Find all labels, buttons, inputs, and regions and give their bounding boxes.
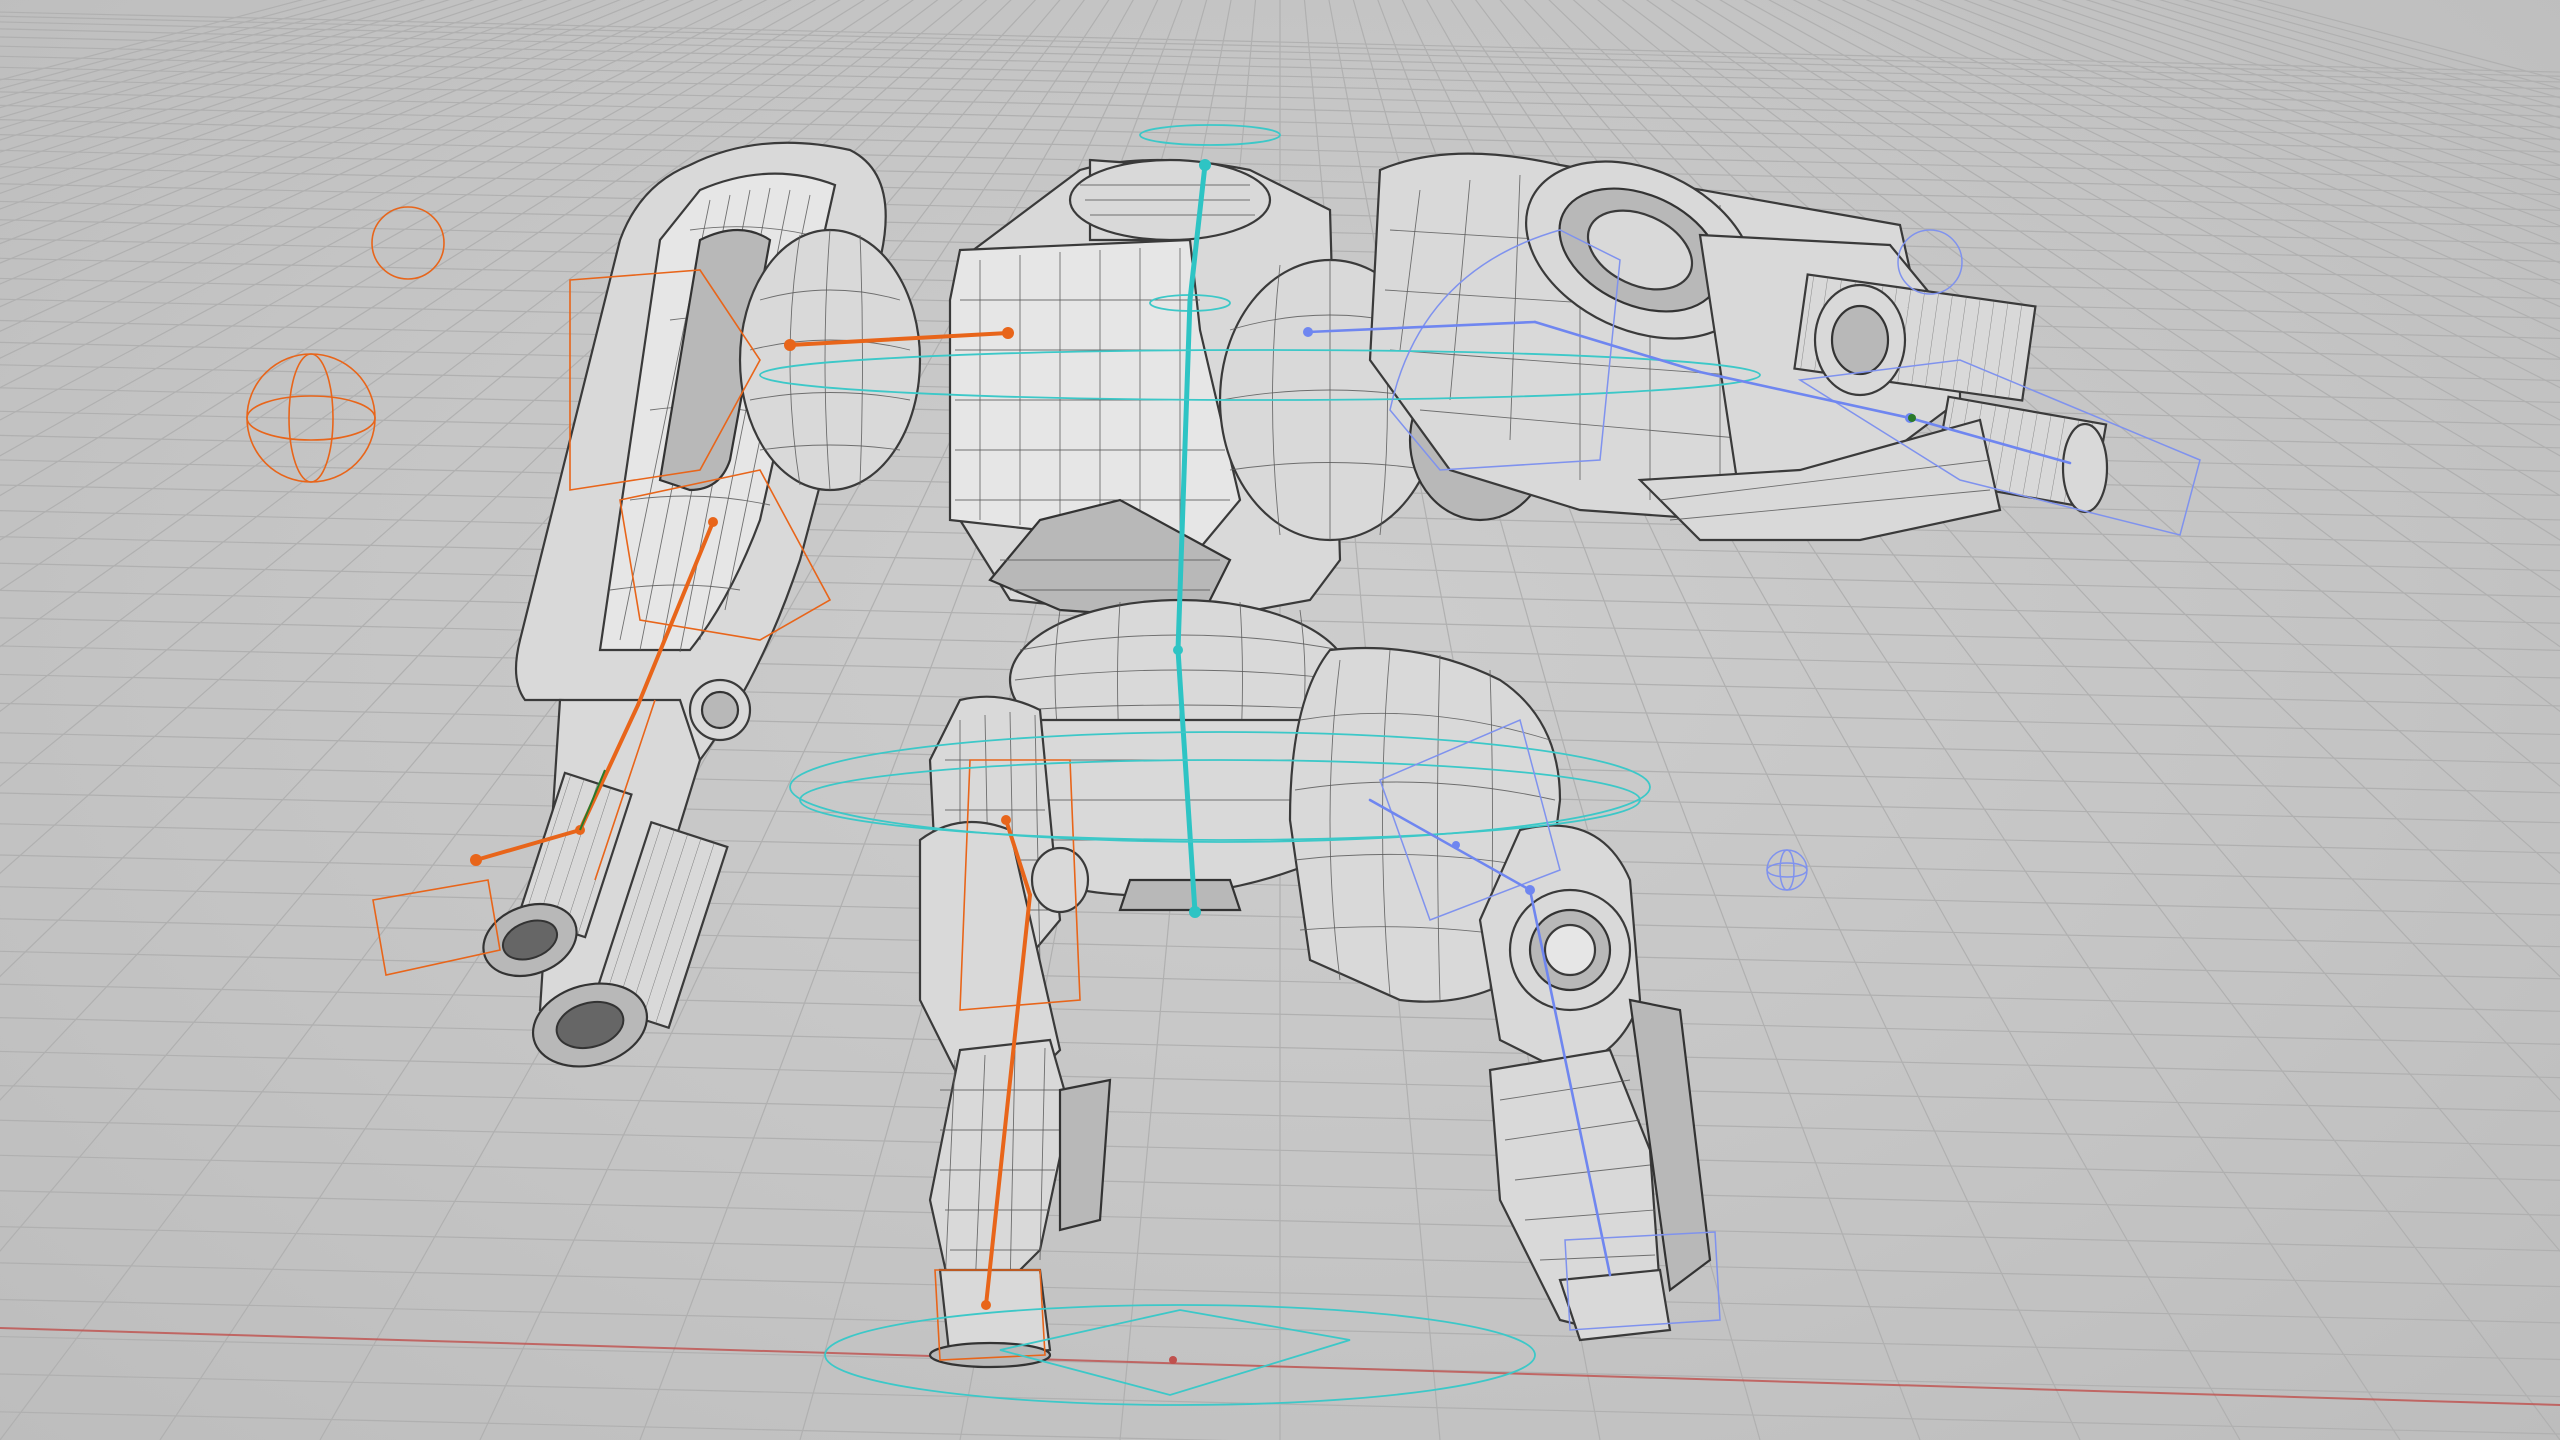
3d-viewport[interactable]: [0, 0, 2560, 1440]
viewport-canvas[interactable]: [0, 0, 2560, 1440]
world-origin-marker: [1169, 1356, 1177, 1364]
right-arm-cannon-pod[interactable]: [1368, 127, 2109, 542]
left-shoulder[interactable]: [738, 228, 922, 492]
right-orbit-control[interactable]: [1766, 849, 1808, 891]
